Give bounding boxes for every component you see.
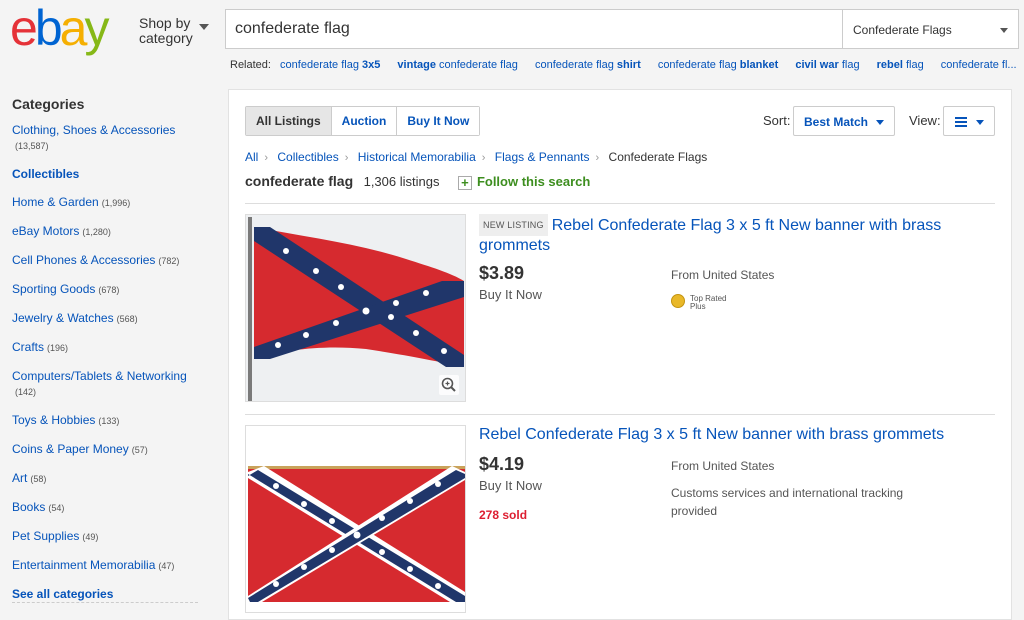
related-label: Related:	[230, 59, 271, 71]
breadcrumb: All › Collectibles › Historical Memorabili…	[245, 150, 707, 164]
logo-letter-e: e	[10, 0, 38, 56]
listing-item: Rebel Confederate Flag 3 x 5 ft New bann…	[245, 425, 995, 620]
tab-buy-it-now[interactable]: Buy It Now	[397, 107, 480, 135]
listing-location: From United States	[671, 268, 775, 282]
search-query-text: confederate flag	[245, 173, 354, 189]
categories-heading: Categories	[12, 96, 85, 112]
sidebar-item-pet-supplies[interactable]: Pet Supplies (49)	[12, 529, 212, 545]
list-view-icon	[955, 117, 967, 127]
chevron-right-icon: ›	[264, 152, 269, 164]
sold-count: 278 sold	[479, 508, 528, 522]
sidebar-divider	[12, 602, 198, 603]
sort-dropdown[interactable]: Best Match	[793, 106, 895, 136]
listing-thumbnail[interactable]	[245, 214, 466, 402]
listing-item: NEW LISTING Rebel Confederate Flag 3 x 5 …	[245, 214, 995, 404]
new-listing-badge: NEW LISTING	[479, 214, 548, 236]
view-label: View:	[909, 113, 941, 128]
breadcrumb-all[interactable]: All	[245, 150, 258, 164]
chevron-right-icon: ›	[481, 152, 486, 164]
sort-label: Sort:	[763, 113, 791, 128]
related-link-vintage[interactable]: vintage confederate flag	[397, 59, 517, 71]
related-link-rebel[interactable]: rebel flag	[877, 59, 924, 71]
results-header: confederate flag 1,306 listings + Follow …	[245, 173, 590, 191]
ebay-logo[interactable]: ebay	[10, 0, 109, 56]
shipping-note: Customs services and international track…	[671, 486, 904, 518]
sidebar: Categories Clothing, Shoes & Accessories…	[0, 86, 226, 620]
listing-price: $3.89	[479, 263, 525, 283]
listing-price: $4.19	[479, 454, 525, 474]
category-select-value: Confederate Flags	[853, 23, 952, 37]
chevron-right-icon: ›	[595, 152, 600, 164]
search-input[interactable]	[235, 20, 815, 38]
sidebar-item-clothing[interactable]: Clothing, Shoes & Accessories (13,587)	[12, 123, 212, 154]
listing-title[interactable]: NEW LISTING Rebel Confederate Flag 3 x 5 …	[479, 214, 979, 256]
breadcrumb-historical-memorabilia[interactable]: Historical Memorabilia	[358, 150, 476, 164]
sort-value: Best Match	[804, 115, 869, 129]
search-box	[225, 9, 843, 49]
logo-letter-y: y	[84, 0, 109, 56]
chevron-right-icon: ›	[344, 152, 349, 164]
category-list: Clothing, Shoes & Accessories (13,587) Co…	[12, 123, 212, 615]
listing-title-text: Rebel Confederate Flag 3 x 5 ft New bann…	[479, 426, 945, 443]
related-link-3x5[interactable]: confederate flag 3x5	[280, 59, 380, 71]
related-link-blanket[interactable]: confederate flag blanket	[658, 59, 778, 71]
sidebar-item-toys[interactable]: Toys & Hobbies (133)	[12, 413, 212, 429]
divider	[245, 414, 995, 415]
listing-format: Buy It Now	[479, 287, 542, 302]
related-link-shirt[interactable]: confederate flag shirt	[535, 59, 641, 71]
listing-title-text: Rebel Confederate Flag 3 x 5 ft New bann…	[479, 217, 942, 254]
shop-by-category-button[interactable]: Shop by category	[139, 15, 209, 46]
shop-by-label: Shop by	[139, 15, 191, 31]
sidebar-item-entertainment[interactable]: Entertainment Memorabilia (47)	[12, 558, 212, 574]
listing-count: 1,306 listings	[363, 174, 440, 189]
listing-format: Buy It Now	[479, 478, 542, 493]
sidebar-item-crafts[interactable]: Crafts (196)	[12, 340, 212, 356]
tab-all-listings[interactable]: All Listings	[246, 107, 332, 135]
results-panel: All Listings Auction Buy It Now Sort: Be…	[228, 89, 1012, 620]
sidebar-item-art[interactable]: Art (58)	[12, 471, 212, 487]
breadcrumb-current: Confederate Flags	[608, 150, 708, 164]
sidebar-item-cell-phones[interactable]: Cell Phones & Accessories (782)	[12, 253, 212, 269]
shop-by-category-label: category	[139, 30, 193, 46]
listing-title[interactable]: Rebel Confederate Flag 3 x 5 ft New bann…	[479, 425, 979, 445]
listing-thumbnail[interactable]	[245, 425, 466, 613]
sidebar-item-computers[interactable]: Computers/Tablets & Networking (142)	[12, 369, 212, 400]
related-link-civil-war[interactable]: civil war flag	[795, 59, 859, 71]
chevron-down-icon	[199, 24, 209, 30]
view-dropdown[interactable]	[943, 106, 995, 136]
chevron-down-icon	[1000, 28, 1008, 33]
listing-type-tabs: All Listings Auction Buy It Now	[245, 106, 481, 136]
logo-letter-b: b	[34, 0, 63, 56]
chevron-down-icon	[876, 120, 884, 125]
logo-letter-a: a	[59, 0, 88, 56]
divider	[245, 203, 995, 204]
sidebar-item-ebay-motors[interactable]: eBay Motors (1,280)	[12, 224, 212, 240]
follow-search-button[interactable]: + Follow this search	[457, 174, 590, 190]
zoom-icon[interactable]	[439, 375, 459, 395]
listing-location: From United States	[671, 459, 775, 473]
related-link-more[interactable]: confederate fl...	[941, 59, 1017, 71]
sidebar-item-books[interactable]: Books (54)	[12, 500, 212, 516]
sidebar-item-home-garden[interactable]: Home & Garden (1,996)	[12, 195, 212, 211]
sidebar-item-sporting-goods[interactable]: Sporting Goods (678)	[12, 282, 212, 298]
flag-image	[246, 215, 465, 401]
sidebar-item-collectibles[interactable]: Collectibles	[12, 167, 212, 182]
tab-auction[interactable]: Auction	[331, 107, 398, 135]
plus-icon: +	[457, 176, 472, 190]
related-searches: Related: confederate flag 3x5 vintage co…	[230, 59, 1020, 71]
breadcrumb-collectibles[interactable]: Collectibles	[277, 150, 338, 164]
header: ebay Shop by category Confederate Flags …	[0, 0, 1024, 86]
flag-image	[246, 426, 465, 612]
see-all-categories-link[interactable]: See all categories	[12, 587, 212, 602]
breadcrumb-flags-pennants[interactable]: Flags & Pennants	[495, 150, 590, 164]
sidebar-item-jewelry[interactable]: Jewelry & Watches (568)	[12, 311, 212, 327]
sidebar-item-coins[interactable]: Coins & Paper Money (57)	[12, 442, 212, 458]
chevron-down-icon	[976, 120, 984, 125]
top-rated-medal-icon	[671, 294, 685, 308]
category-select[interactable]: Confederate Flags	[842, 9, 1019, 49]
